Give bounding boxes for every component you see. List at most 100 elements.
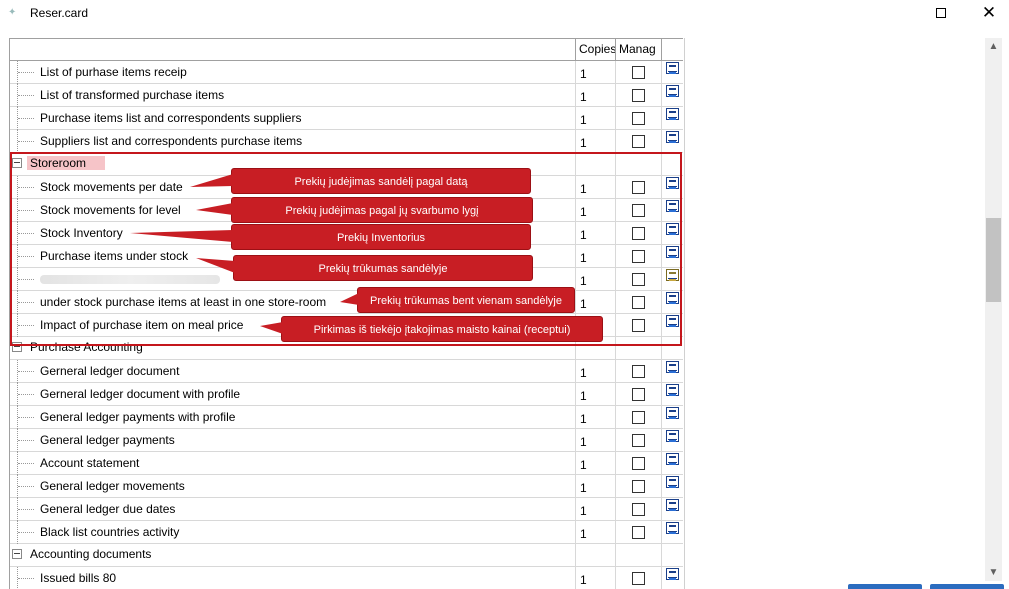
table-row[interactable]: General ledger movements 1 xyxy=(10,475,683,498)
copies-cell[interactable]: 1 xyxy=(576,130,616,153)
name-cell: Black list countries activity xyxy=(10,521,576,544)
callout-pointer-shape xyxy=(260,322,283,334)
scroll-thumb[interactable] xyxy=(986,218,1001,302)
collapse-icon[interactable] xyxy=(12,549,22,559)
copies-value: 1 xyxy=(580,481,587,495)
name-cell: Suppliers list and correspondents purcha… xyxy=(10,130,576,153)
report-icon[interactable] xyxy=(666,499,679,511)
manag-cell xyxy=(616,360,662,383)
tree-branch xyxy=(18,578,34,579)
table-row[interactable]: Purchase items list and correspondents s… xyxy=(10,107,683,130)
report-cell xyxy=(662,521,683,544)
manag-checkbox[interactable] xyxy=(632,365,645,378)
report-icon[interactable] xyxy=(666,476,679,488)
copies-cell[interactable]: 1 xyxy=(576,61,616,84)
item-label: Account statement xyxy=(40,456,140,470)
bottom-tab[interactable] xyxy=(848,584,922,589)
copies-value: 1 xyxy=(580,113,587,127)
tree-branch xyxy=(18,118,34,119)
bottom-strip xyxy=(0,584,1009,589)
column-header-report[interactable] xyxy=(662,39,683,61)
column-header-manag[interactable]: Manag xyxy=(616,39,662,61)
scroll-up-icon[interactable]: ▲ xyxy=(985,38,1002,55)
report-icon[interactable] xyxy=(666,108,679,120)
copies-cell[interactable]: 1 xyxy=(576,360,616,383)
copies-cell[interactable]: 1 xyxy=(576,521,616,544)
manag-cell xyxy=(616,521,662,544)
manag-checkbox[interactable] xyxy=(632,112,645,125)
bottom-tab[interactable] xyxy=(930,584,1004,589)
tree-branch xyxy=(18,532,34,533)
copies-cell[interactable]: 1 xyxy=(576,475,616,498)
copies-cell[interactable]: 1 xyxy=(576,498,616,521)
table-row[interactable]: Account statement 1 xyxy=(10,452,683,475)
copies-value: 1 xyxy=(580,67,587,81)
copies-cell[interactable]: 1 xyxy=(576,107,616,130)
report-icon[interactable] xyxy=(666,62,679,74)
copies-cell[interactable]: 1 xyxy=(576,452,616,475)
annotation-callout: Prekių judėjimas sandėlį pagal datą xyxy=(231,168,531,194)
report-cell xyxy=(662,544,683,567)
callout-pointer xyxy=(196,258,235,273)
table-row[interactable]: General ledger payments 1 xyxy=(10,429,683,452)
report-cell xyxy=(662,406,683,429)
item-label: List of purhase items receip xyxy=(40,65,187,79)
callout-pointer xyxy=(260,322,283,334)
report-icon[interactable] xyxy=(666,85,679,97)
manag-checkbox[interactable] xyxy=(632,89,645,102)
callout-pointer-shape xyxy=(340,293,359,305)
report-icon[interactable] xyxy=(666,453,679,465)
callout-pointer-shape xyxy=(196,203,233,215)
copies-cell[interactable]: 1 xyxy=(576,429,616,452)
title-bar: ✦ Reser.card ✕ xyxy=(0,0,1009,28)
manag-checkbox[interactable] xyxy=(632,434,645,447)
manag-cell xyxy=(616,406,662,429)
manag-checkbox[interactable] xyxy=(632,480,645,493)
manag-checkbox[interactable] xyxy=(632,526,645,539)
column-header-copies[interactable]: Copies xyxy=(576,39,616,61)
table-row[interactable]: List of purhase items receip 1 xyxy=(10,61,683,84)
manag-checkbox[interactable] xyxy=(632,503,645,516)
table-row[interactable]: Gerneral ledger document with profile 1 xyxy=(10,383,683,406)
annotation-text: Prekių judėjimas pagal jų svarbumo lygį xyxy=(285,205,479,217)
group-row[interactable]: Accounting documents xyxy=(10,544,683,567)
manag-checkbox[interactable] xyxy=(632,66,645,79)
table-row[interactable]: General ledger due dates 1 xyxy=(10,498,683,521)
table-row[interactable]: Suppliers list and correspondents purcha… xyxy=(10,130,683,153)
report-icon[interactable] xyxy=(666,568,679,580)
manag-cell xyxy=(616,107,662,130)
report-icon[interactable] xyxy=(666,131,679,143)
table-row[interactable]: Gerneral ledger document 1 xyxy=(10,360,683,383)
annotation-text: Pirkimas iš tiekėjo įtakojimas maisto ka… xyxy=(313,324,571,336)
report-cell xyxy=(662,429,683,452)
copies-cell[interactable]: 1 xyxy=(576,383,616,406)
report-cell xyxy=(662,84,683,107)
manag-checkbox[interactable] xyxy=(632,388,645,401)
tree-branch xyxy=(18,486,34,487)
manag-checkbox[interactable] xyxy=(632,411,645,424)
copies-cell[interactable]: 1 xyxy=(576,84,616,107)
scroll-down-icon[interactable]: ▼ xyxy=(985,564,1002,581)
vertical-scrollbar[interactable]: ▲ ▼ xyxy=(985,38,1002,581)
manag-cell xyxy=(616,452,662,475)
table-row[interactable]: List of transformed purchase items 1 xyxy=(10,84,683,107)
maximize-button[interactable] xyxy=(926,4,956,24)
report-icon[interactable] xyxy=(666,430,679,442)
report-icon[interactable] xyxy=(666,407,679,419)
manag-checkbox[interactable] xyxy=(632,135,645,148)
name-cell: List of purhase items receip xyxy=(10,61,576,84)
report-icon[interactable] xyxy=(666,522,679,534)
annotation-callout: Prekių trūkumas sandėlyje xyxy=(233,255,533,281)
report-icon[interactable] xyxy=(666,361,679,373)
table-row[interactable]: General ledger payments with profile 1 xyxy=(10,406,683,429)
report-cell xyxy=(662,498,683,521)
close-button[interactable]: ✕ xyxy=(974,2,1004,24)
annotation-text: Prekių trūkumas sandėlyje xyxy=(318,263,448,275)
report-cell xyxy=(662,61,683,84)
column-header-name[interactable] xyxy=(10,39,576,61)
copies-value: 1 xyxy=(580,412,587,426)
report-icon[interactable] xyxy=(666,384,679,396)
copies-cell[interactable]: 1 xyxy=(576,406,616,429)
manag-checkbox[interactable] xyxy=(632,457,645,470)
table-row[interactable]: Black list countries activity 1 xyxy=(10,521,683,544)
